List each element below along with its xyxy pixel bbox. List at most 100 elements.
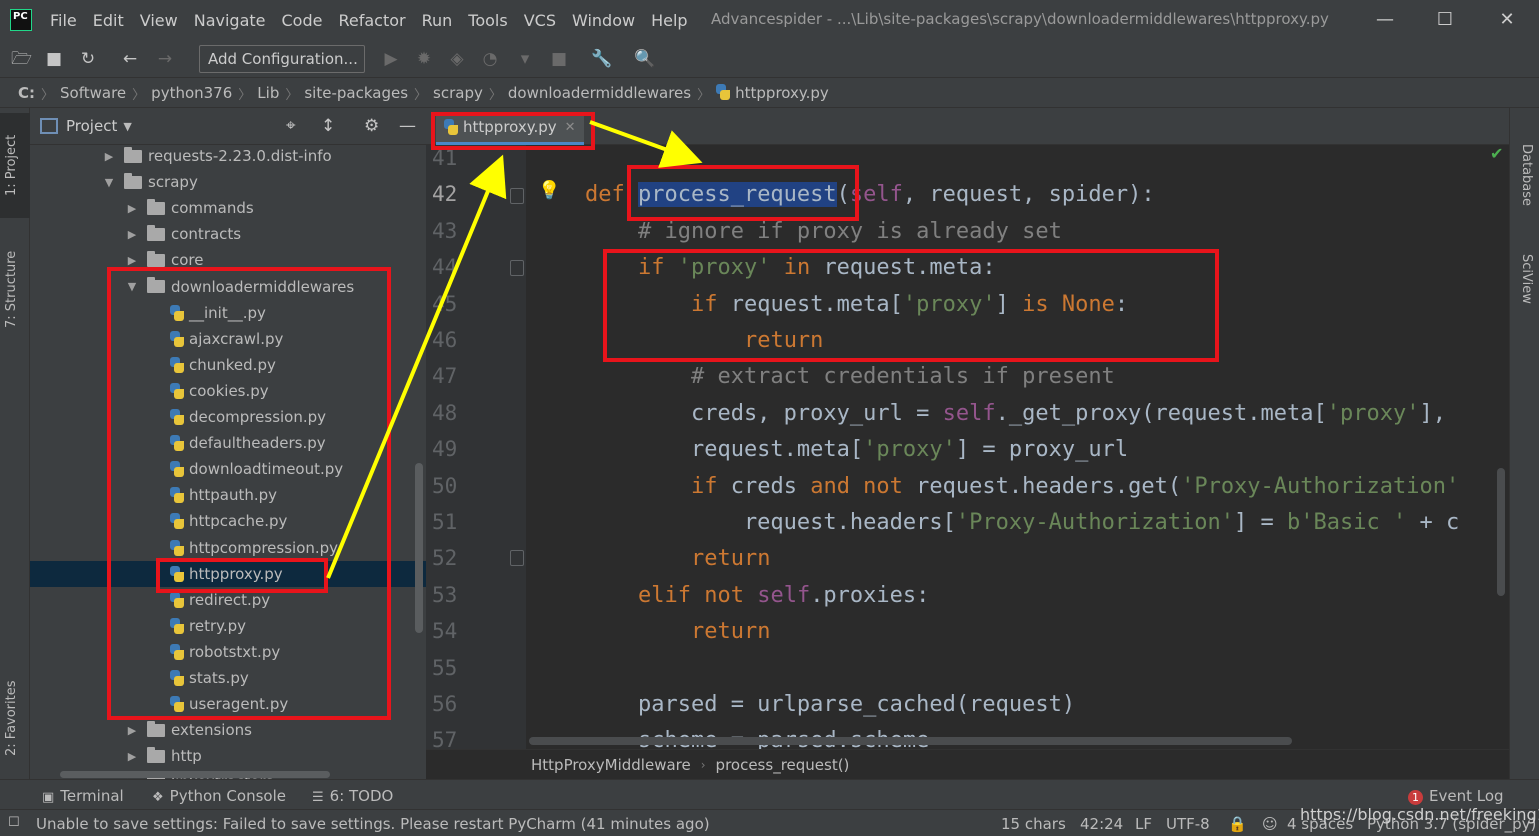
tool-tab-sciview[interactable]: SciView bbox=[1519, 254, 1534, 304]
synchronize-icon[interactable]: ↻ bbox=[78, 49, 98, 69]
tool-tab-event-log[interactable]: 1 Event Log bbox=[1408, 787, 1504, 805]
gear-icon[interactable]: ⚙ bbox=[364, 116, 379, 136]
save-all-icon[interactable]: ■ bbox=[44, 49, 64, 69]
minimize-button[interactable]: — bbox=[1370, 8, 1400, 32]
tree-folder-row[interactable]: ▶ extensions bbox=[30, 717, 426, 743]
tool-tab-python-console[interactable]: ❖ Python Console bbox=[152, 787, 286, 805]
tool-tab-project[interactable]: 1: Project bbox=[4, 135, 19, 196]
code-crumb-method[interactable]: process_request() bbox=[716, 756, 850, 774]
tree-folder-row[interactable]: ▼ scrapy bbox=[30, 169, 426, 195]
readonly-person-icon[interactable]: ☺ bbox=[1262, 815, 1278, 833]
debug-icon[interactable]: ✹ bbox=[414, 49, 434, 69]
menu-item-edit[interactable]: Edit bbox=[85, 0, 132, 40]
locate-target-icon[interactable]: ⌖ bbox=[286, 116, 296, 136]
status-caret-position[interactable]: 42:24 bbox=[1080, 815, 1123, 833]
tool-tab-terminal[interactable]: ▣ Terminal bbox=[42, 787, 124, 805]
maximize-button[interactable]: ☐ bbox=[1430, 8, 1460, 32]
breadcrumb-item[interactable]: site-packages bbox=[304, 84, 408, 102]
code-line[interactable]: # extract credentials if present bbox=[585, 364, 1115, 389]
tree-folder-row[interactable]: ▶ commands bbox=[30, 195, 426, 221]
code-line[interactable]: # ignore if proxy is already set bbox=[585, 219, 1062, 244]
menu-item-help[interactable]: Help bbox=[643, 0, 695, 40]
breadcrumb-item[interactable]: Lib bbox=[257, 84, 279, 102]
chevron-right-icon[interactable]: ▶ bbox=[102, 150, 116, 163]
breadcrumb-item[interactable]: downloadermiddlewares bbox=[508, 84, 691, 102]
menu-item-tools[interactable]: Tools bbox=[460, 0, 515, 40]
menu-item-vcs[interactable]: VCS bbox=[516, 0, 564, 40]
code-line[interactable]: parsed = urlparse_cached(request) bbox=[585, 692, 1075, 717]
profile-icon[interactable]: ◔ bbox=[480, 49, 500, 69]
run-icon[interactable]: ▶ bbox=[381, 49, 401, 69]
tool-tab-structure[interactable]: 7: Structure bbox=[4, 251, 19, 328]
line-number: 47 bbox=[432, 364, 458, 389]
editor-horizontal-scrollbar[interactable] bbox=[529, 737, 1292, 745]
hide-panel-icon[interactable]: — bbox=[399, 116, 416, 136]
breadcrumb-drive[interactable]: C: bbox=[18, 84, 35, 102]
code-line[interactable]: elif not self.proxies: bbox=[585, 583, 929, 608]
code-token: creds, proxy_url = bbox=[585, 400, 943, 426]
fold-marker-icon[interactable] bbox=[510, 550, 524, 566]
status-encoding[interactable]: UTF-8 bbox=[1166, 815, 1210, 833]
editor-vertical-scrollbar[interactable] bbox=[1497, 468, 1505, 596]
chevron-right-icon[interactable]: ▶ bbox=[125, 228, 139, 241]
collapse-all-icon[interactable]: ↕ bbox=[321, 116, 335, 136]
chevron-right-icon[interactable]: ▶ bbox=[125, 750, 139, 763]
lightbulb-icon[interactable]: 💡 bbox=[538, 180, 560, 201]
code-line[interactable]: request.headers['Proxy-Authorization'] =… bbox=[585, 510, 1459, 535]
menu-item-view[interactable]: View bbox=[132, 0, 186, 40]
tree-folder-row[interactable]: ▶ requests-2.23.0.dist-info bbox=[30, 143, 426, 169]
chevron-right-icon[interactable]: ▶ bbox=[125, 202, 139, 215]
back-arrow-icon[interactable]: ← bbox=[120, 49, 140, 69]
tool-tab-favorites[interactable]: 2: Favorites bbox=[4, 680, 19, 756]
breadcrumb-item[interactable]: Software bbox=[60, 84, 126, 102]
chevron-down-icon[interactable]: ▼ bbox=[102, 176, 116, 189]
build-icon[interactable]: ▾ bbox=[515, 49, 535, 69]
status-panel-toggle-icon[interactable]: ☐ bbox=[8, 815, 20, 830]
menu-item-run[interactable]: Run bbox=[414, 0, 461, 40]
menu-item-file[interactable]: File bbox=[42, 0, 85, 40]
status-line-separator[interactable]: LF bbox=[1135, 815, 1152, 833]
add-configuration-button[interactable]: Add Configuration... bbox=[199, 45, 365, 73]
stop-icon[interactable]: ■ bbox=[549, 49, 569, 69]
project-view-selector[interactable]: Project bbox=[66, 117, 117, 135]
open-folder-icon[interactable]: 🗁 bbox=[11, 49, 32, 69]
status-message[interactable]: Unable to save settings: Failed to save … bbox=[36, 815, 710, 833]
code-line[interactable]: request.meta['proxy'] = proxy_url bbox=[585, 437, 1128, 462]
line-number: 52 bbox=[432, 546, 458, 571]
wrench-settings-icon[interactable]: 🔧 bbox=[591, 49, 612, 69]
watermark-text: https://blog.csdn.net/freeking101 bbox=[1300, 805, 1539, 824]
chevron-right-icon[interactable]: ▶ bbox=[125, 254, 139, 267]
tool-tab-todo[interactable]: ☰ 6: TODO bbox=[312, 787, 393, 805]
coverage-icon[interactable]: ◈ bbox=[447, 49, 467, 69]
code-line[interactable]: if creds and not request.headers.get('Pr… bbox=[585, 474, 1459, 499]
code-line[interactable]: return bbox=[585, 546, 770, 571]
menu-item-refactor[interactable]: Refactor bbox=[330, 0, 413, 40]
fold-marker-icon[interactable] bbox=[510, 260, 524, 276]
breadcrumb-file-label: httpproxy.py bbox=[735, 84, 829, 102]
folder-icon bbox=[147, 720, 165, 737]
code-line[interactable]: return bbox=[585, 619, 770, 644]
code-line[interactable]: creds, proxy_url = self._get_proxy(reque… bbox=[585, 401, 1446, 426]
close-window-button[interactable]: ✕ bbox=[1492, 8, 1522, 32]
menu-item-window[interactable]: Window bbox=[564, 0, 643, 40]
breadcrumb-item[interactable]: scrapy bbox=[433, 84, 483, 102]
code-token: request.headers[ bbox=[585, 510, 956, 535]
breadcrumb-separator: 〉 bbox=[238, 87, 252, 103]
tool-tab-database[interactable]: Database bbox=[1519, 144, 1534, 206]
fold-marker-icon[interactable] bbox=[510, 188, 524, 204]
todo-list-icon: ☰ bbox=[312, 790, 324, 805]
chevron-down-icon[interactable]: ▼ bbox=[123, 120, 131, 133]
search-icon[interactable]: 🔍 bbox=[634, 49, 655, 69]
breadcrumb-item-file[interactable]: httpproxy.py bbox=[716, 84, 829, 102]
breadcrumb-item[interactable]: python376 bbox=[151, 84, 232, 102]
code-crumb-class[interactable]: HttpProxyMiddleware bbox=[531, 756, 691, 774]
tree-horizontal-scrollbar[interactable] bbox=[60, 771, 330, 778]
lock-icon[interactable]: 🔒 bbox=[1228, 815, 1247, 833]
forward-arrow-icon[interactable]: → bbox=[155, 49, 175, 69]
menu-item-navigate[interactable]: Navigate bbox=[186, 0, 274, 40]
tree-folder-row[interactable]: ▶ contracts bbox=[30, 221, 426, 247]
tree-folder-row[interactable]: ▶ http bbox=[30, 743, 426, 769]
chevron-right-icon[interactable]: ▶ bbox=[125, 724, 139, 737]
tree-vertical-scrollbar[interactable] bbox=[415, 463, 423, 633]
menu-item-code[interactable]: Code bbox=[274, 0, 331, 40]
